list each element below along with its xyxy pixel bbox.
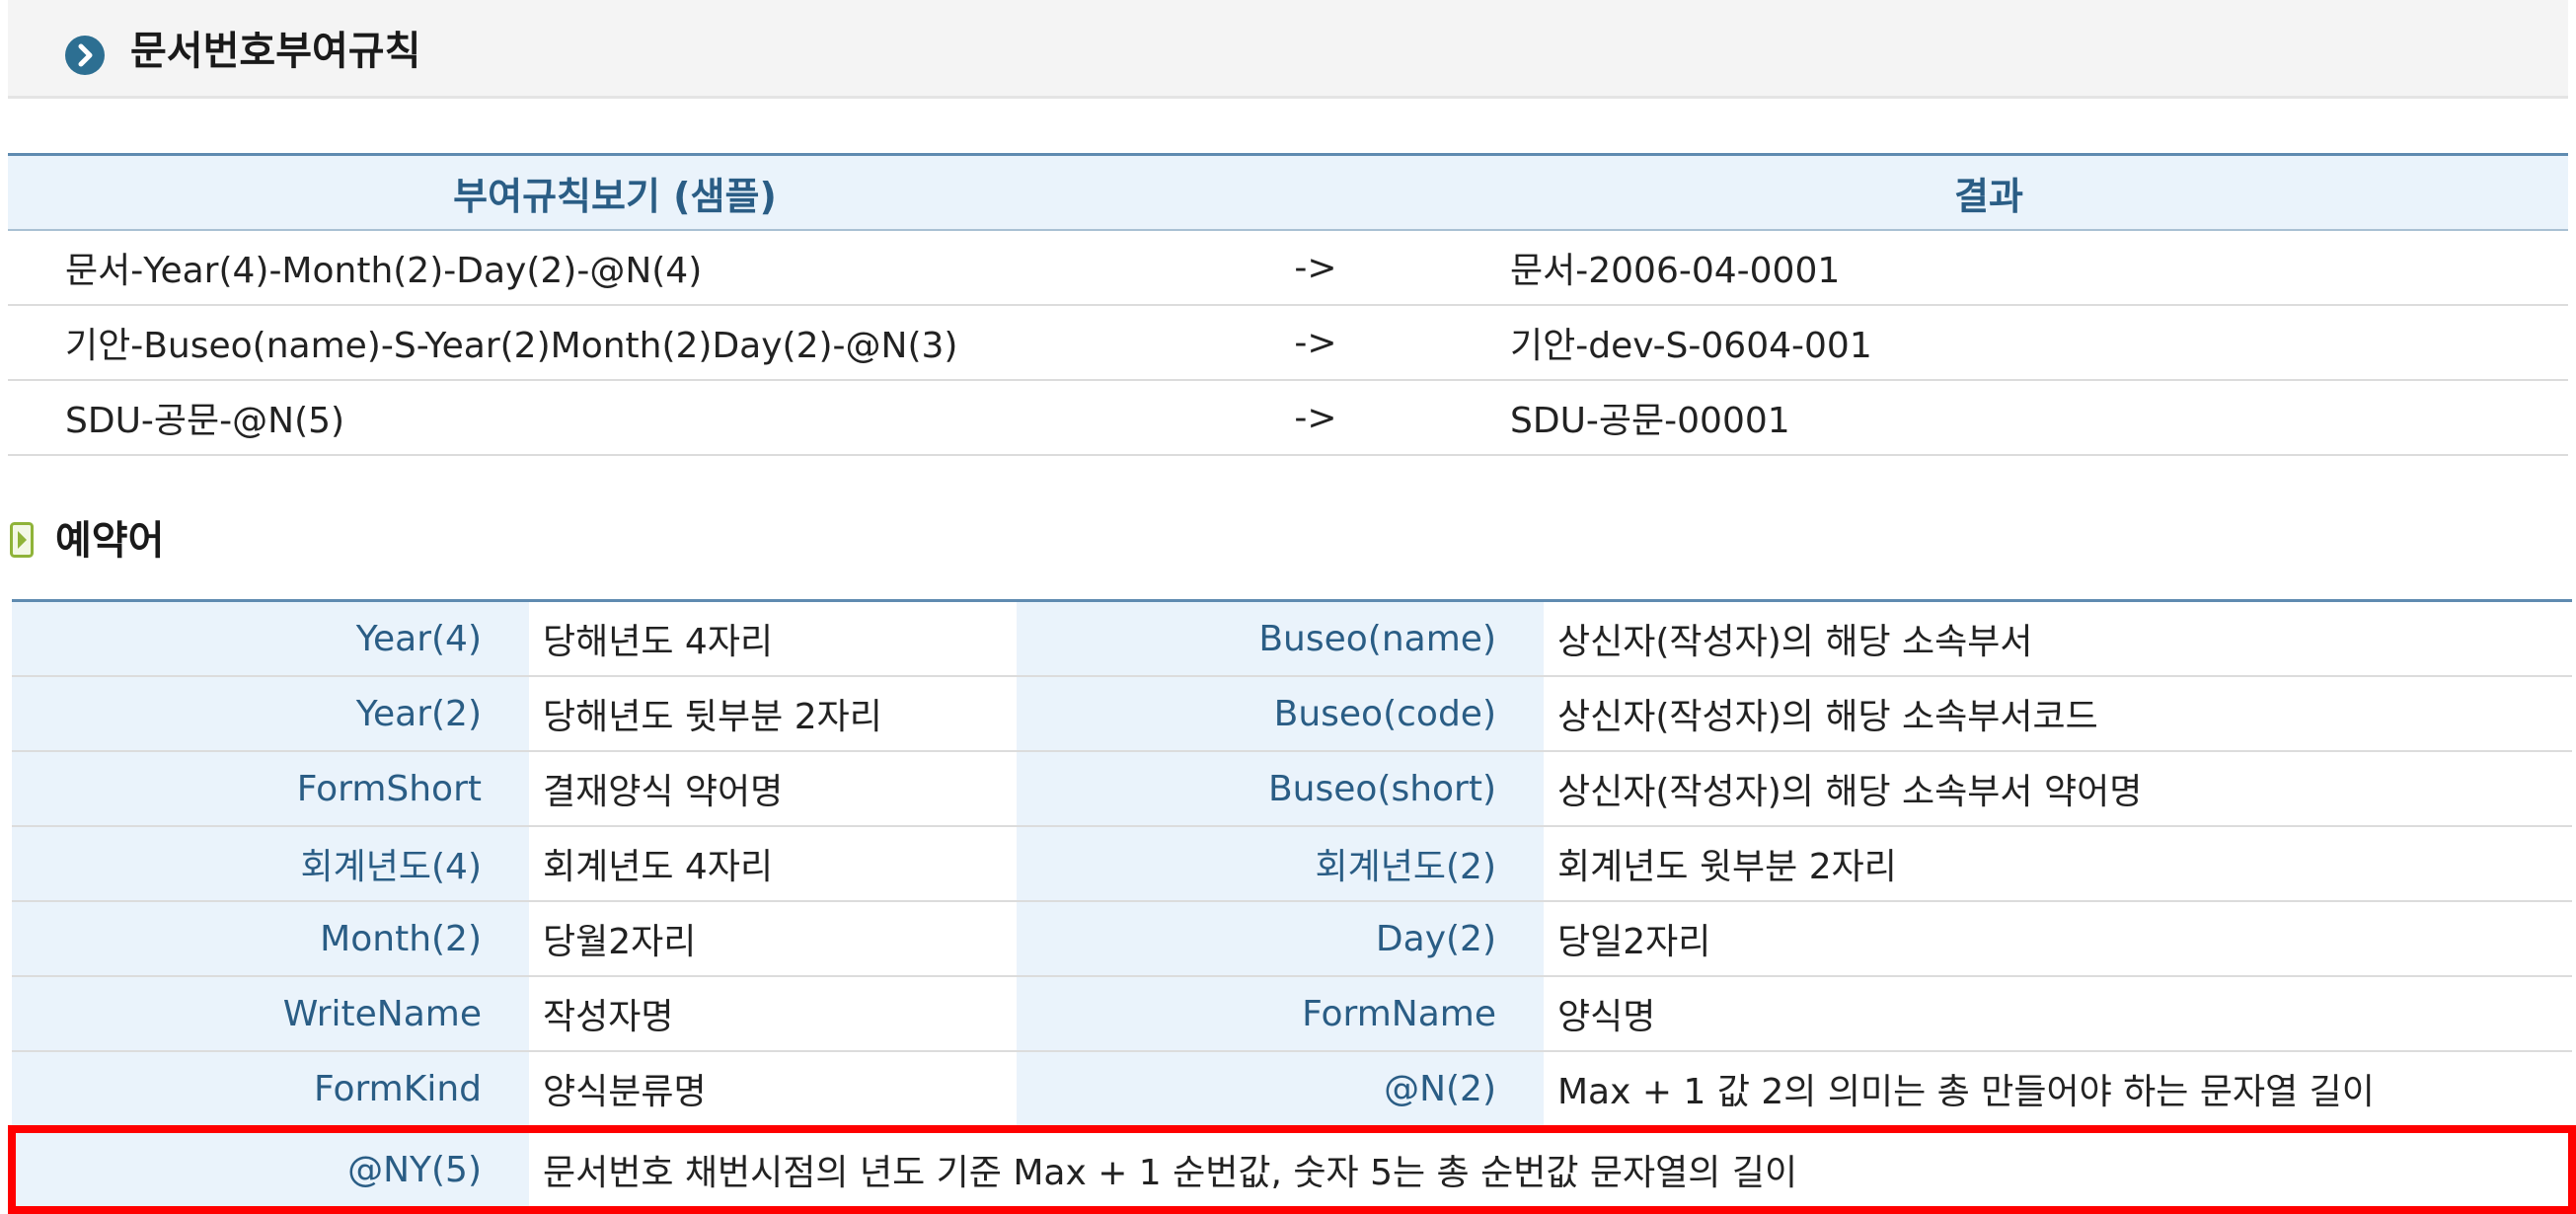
rule-arrow: -> bbox=[1222, 305, 1409, 381]
keyword-description: 회계년도 4자리 bbox=[529, 826, 1017, 902]
reserved-words-title: 예약어 bbox=[55, 518, 165, 564]
rules-row: 문서-Year(4)-Month(2)-Day(2)-@N(4) -> 문서-2… bbox=[8, 230, 2568, 306]
rule-pattern: SDU-공문-@N(5) bbox=[8, 380, 1222, 456]
keyword-name: Day(2) bbox=[1017, 901, 1544, 977]
page-title: 문서번호부여규칙 bbox=[130, 29, 421, 74]
keyword-description: 상신자(작성자)의 해당 소속부서코드 bbox=[1544, 676, 2572, 752]
keyword-description: 상신자(작성자)의 해당 소속부서 bbox=[1544, 600, 2572, 677]
keyword-row: Year(2) 당해년도 뒷부분 2자리 Buseo(code) 상신자(작성자… bbox=[12, 676, 2572, 752]
keyword-row: FormShort 결재양식 약어명 Buseo(short) 상신자(작성자)… bbox=[12, 751, 2572, 827]
keyword-name: 회계년도(2) bbox=[1017, 826, 1544, 902]
numbering-rules-table: 부여규칙보기 (샘플) 결과 문서-Year(4)-Month(2)-Day(2… bbox=[8, 153, 2568, 456]
keyword-name: Year(2) bbox=[12, 676, 529, 752]
keyword-name: Buseo(code) bbox=[1017, 676, 1544, 752]
keyword-row: FormKind 양식분류명 @N(2) Max + 1 값 2의 의미는 총 … bbox=[12, 1051, 2572, 1130]
keyword-row: WriteName 작성자명 FormName 양식명 bbox=[12, 976, 2572, 1052]
keyword-name: Buseo(name) bbox=[1017, 600, 1544, 677]
keyword-row: Year(4) 당해년도 4자리 Buseo(name) 상신자(작성자)의 해… bbox=[12, 600, 2572, 677]
keyword-description: 당월2자리 bbox=[529, 901, 1017, 977]
chevron-circle-right-icon bbox=[65, 36, 105, 75]
keyword-name: Month(2) bbox=[12, 901, 529, 977]
keyword-description: 양식명 bbox=[1544, 976, 2572, 1052]
rule-arrow: -> bbox=[1222, 230, 1409, 306]
highlighted-keyword-row: @NY(5) 문서번호 채번시점의 년도 기준 Max + 1 순번값, 숫자 … bbox=[8, 1125, 2576, 1214]
keyword-name: @N(2) bbox=[1017, 1051, 1544, 1130]
keyword-description: 회계년도 윗부분 2자리 bbox=[1544, 826, 2572, 902]
section-header: 문서번호부여규칙 bbox=[8, 0, 2568, 99]
keyword-name: FormName bbox=[1017, 976, 1544, 1052]
keyword-description: 문서번호 채번시점의 년도 기준 Max + 1 순번값, 숫자 5는 총 순번… bbox=[529, 1125, 2576, 1214]
rules-header-row: 부여규칙보기 (샘플) 결과 bbox=[8, 154, 2568, 231]
keyword-name: Buseo(short) bbox=[1017, 751, 1544, 827]
rules-header-result: 결과 bbox=[1409, 154, 2568, 231]
keyword-name: Year(4) bbox=[12, 600, 529, 677]
keyword-description: 작성자명 bbox=[529, 976, 1017, 1052]
keyword-name: FormKind bbox=[12, 1051, 529, 1130]
keyword-description: 양식분류명 bbox=[529, 1051, 1017, 1130]
rules-header-spacer bbox=[1222, 154, 1409, 231]
keyword-description: 당해년도 4자리 bbox=[529, 600, 1017, 677]
rule-arrow: -> bbox=[1222, 380, 1409, 456]
keyword-row: Month(2) 당월2자리 Day(2) 당일2자리 bbox=[12, 901, 2572, 977]
rule-pattern: 문서-Year(4)-Month(2)-Day(2)-@N(4) bbox=[8, 230, 1222, 306]
keyword-name: 회계년도(4) bbox=[12, 826, 529, 902]
rules-header-sample: 부여규칙보기 (샘플) bbox=[8, 154, 1222, 231]
keyword-name: @NY(5) bbox=[8, 1125, 529, 1214]
rule-result: SDU-공문-00001 bbox=[1409, 380, 2568, 456]
rule-result: 기안-dev-S-0604-001 bbox=[1409, 305, 2568, 381]
keyword-description: 결재양식 약어명 bbox=[529, 751, 1017, 827]
keyword-name: WriteName bbox=[12, 976, 529, 1052]
keyword-description: 당일2자리 bbox=[1544, 901, 2572, 977]
rule-pattern: 기안-Buseo(name)-S-Year(2)Month(2)Day(2)-@… bbox=[8, 305, 1222, 381]
keyword-row: 회계년도(4) 회계년도 4자리 회계년도(2) 회계년도 윗부분 2자리 bbox=[12, 826, 2572, 902]
rule-result: 문서-2006-04-0001 bbox=[1409, 230, 2568, 306]
keyword-name: FormShort bbox=[12, 751, 529, 827]
rules-row: 기안-Buseo(name)-S-Year(2)Month(2)Day(2)-@… bbox=[8, 305, 2568, 381]
keyword-description: 상신자(작성자)의 해당 소속부서 약어명 bbox=[1544, 751, 2572, 827]
keyword-description: Max + 1 값 2의 의미는 총 만들어야 하는 문자열 길이 bbox=[1544, 1051, 2572, 1130]
reserved-words-table: Year(4) 당해년도 4자리 Buseo(name) 상신자(작성자)의 해… bbox=[8, 599, 2576, 1214]
rules-row: SDU-공문-@N(5) -> SDU-공문-00001 bbox=[8, 380, 2568, 456]
play-square-icon bbox=[10, 522, 34, 558]
keyword-description: 당해년도 뒷부분 2자리 bbox=[529, 676, 1017, 752]
